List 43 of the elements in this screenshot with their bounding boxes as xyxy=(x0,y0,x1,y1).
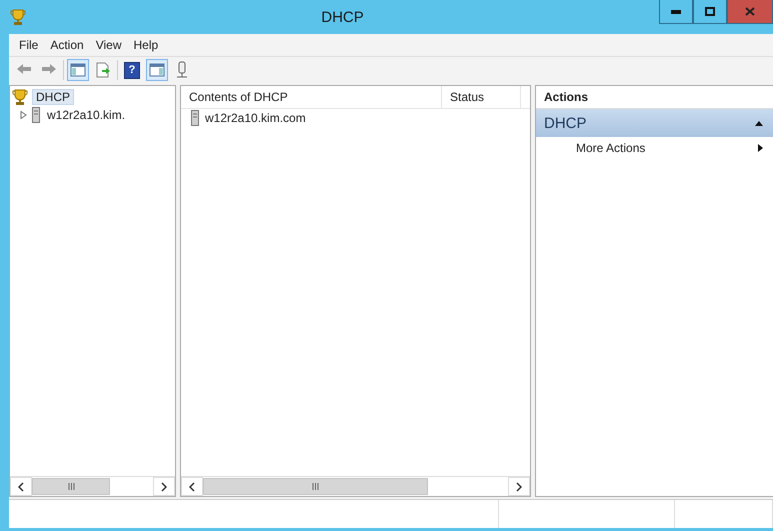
chevron-left-icon xyxy=(189,482,195,492)
menu-item[interactable]: View xyxy=(90,36,128,54)
grip-icon xyxy=(312,483,319,490)
list-item[interactable]: w12r2a10.kim.com xyxy=(205,111,306,125)
scroll-right-button[interactable] xyxy=(153,477,175,496)
server-icon xyxy=(191,110,199,126)
grip-icon xyxy=(68,483,75,490)
close-button[interactable] xyxy=(727,0,773,24)
scroll-thumb[interactable] xyxy=(32,478,110,495)
tree-item[interactable]: w12r2a10.kim. xyxy=(44,108,128,122)
tree-item[interactable]: DHCP xyxy=(32,89,74,105)
menu-item[interactable]: Action xyxy=(44,36,90,54)
pane-icon xyxy=(69,61,87,79)
close-icon xyxy=(745,7,755,16)
scroll-left-button[interactable] xyxy=(10,477,32,496)
section-title: DHCP xyxy=(544,114,587,132)
window-title: DHCP xyxy=(320,8,365,26)
chevron-right-icon xyxy=(161,482,167,492)
server-icon xyxy=(32,107,40,123)
maximize-button[interactable] xyxy=(693,0,727,24)
action-item[interactable]: More Actions xyxy=(536,137,773,159)
pane-icon xyxy=(148,61,166,79)
export-icon xyxy=(94,61,112,79)
menu-item[interactable]: Help xyxy=(128,36,164,54)
maximize-icon xyxy=(705,7,715,16)
minimize-icon xyxy=(671,10,681,14)
column-header[interactable]: Status xyxy=(442,86,521,108)
console-tree-button[interactable] xyxy=(67,59,89,81)
cup-icon xyxy=(10,8,26,26)
help-button[interactable]: ? xyxy=(121,59,143,81)
minimize-button[interactable] xyxy=(659,0,693,24)
cup-icon xyxy=(12,88,28,106)
scroll-left-button[interactable] xyxy=(181,477,203,496)
expand-arrow-icon[interactable] xyxy=(20,111,26,119)
column-header[interactable]: Contents of DHCP xyxy=(181,86,442,108)
chevron-right-icon xyxy=(516,482,522,492)
scroll-thumb[interactable] xyxy=(203,478,428,495)
chevron-left-icon xyxy=(18,482,24,492)
action-section-header[interactable]: DHCP xyxy=(536,109,773,137)
submenu-arrow-icon xyxy=(758,144,763,152)
action-pane-button[interactable] xyxy=(146,59,168,81)
scroll-right-button[interactable] xyxy=(508,477,530,496)
menu-item[interactable]: File xyxy=(13,36,44,54)
